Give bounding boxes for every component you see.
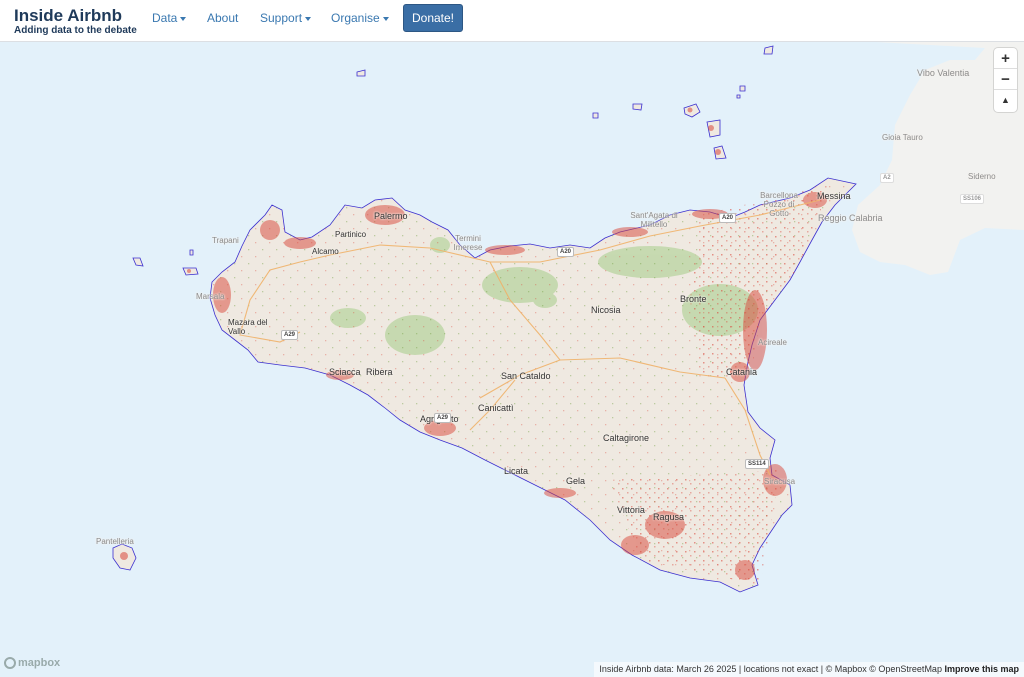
place-label: Bronte (680, 294, 707, 304)
road-shield: A29 (434, 413, 452, 423)
place-label: Acireale (758, 338, 787, 347)
place-label: Canicattì (478, 403, 514, 413)
nav-support-label[interactable]: Support (260, 11, 302, 25)
map-zoom-controls: + − ▲ (994, 48, 1017, 112)
place-label: Nicosia (591, 305, 621, 315)
brand[interactable]: Inside Airbnb Adding data to the debate (14, 6, 137, 37)
place-label: Messina (817, 191, 851, 201)
place-label: Siderno (968, 172, 996, 181)
place-label: Pantelleria (96, 537, 134, 546)
mapbox-logo[interactable]: mapbox (4, 657, 60, 669)
caret-down-icon (180, 16, 187, 21)
road-shield: A2 (880, 173, 894, 183)
place-label: Barcellona Pozzo di Gotto (760, 191, 798, 218)
place-label: Siracusa (764, 477, 796, 486)
place-label: Palermo (374, 211, 408, 221)
brand-title[interactable]: Inside Airbnb (14, 6, 137, 25)
place-label: Vibo Valentia (917, 68, 970, 78)
improve-map-link[interactable]: Improve this map (944, 664, 1019, 674)
place-label: Licata (504, 466, 529, 476)
road-shield: A29 (281, 330, 299, 340)
place-label: Gela (566, 476, 586, 486)
nav-about-link[interactable]: About (207, 11, 238, 25)
mapbox-logo-text: mapbox (18, 657, 61, 669)
listing-density-southeast (610, 470, 780, 585)
road-shield: SS114 (745, 459, 769, 469)
place-label: Sant'Agata di Militello (630, 211, 678, 229)
nav-data-dropdown[interactable]: Data (152, 11, 187, 25)
map-canvas[interactable]: Messina Reggio Calabria Vibo Valentia Gi… (0, 41, 1024, 677)
place-label: Termini Imerese (453, 234, 483, 252)
nav-support-dropdown[interactable]: Support (260, 11, 312, 25)
road-shield: A20 (557, 247, 575, 257)
place-label: Mazara del Vallo (228, 318, 268, 336)
place-label: San Cataldo (501, 371, 551, 381)
attribution-text[interactable]: Inside Airbnb data: March 26 2025 | loca… (599, 664, 942, 674)
place-label: Caltagirone (603, 433, 650, 443)
road-shield: SS106 (960, 194, 985, 204)
brand-subtitle: Adding data to the debate (14, 25, 137, 36)
place-label: Vittoria (617, 505, 645, 515)
zoom-out-button[interactable]: − (994, 69, 1017, 90)
road-shield: A20 (719, 213, 737, 223)
place-label: Partinico (335, 230, 367, 239)
caret-down-icon (305, 16, 312, 21)
donate-button[interactable]: Donate! (403, 4, 463, 32)
place-label: Gioia Tauro (882, 133, 923, 142)
map-attribution: Inside Airbnb data: March 26 2025 | loca… (594, 662, 1024, 677)
caret-down-icon (382, 16, 389, 21)
nav-organise-label[interactable]: Organise (331, 11, 380, 25)
place-label: Sciacca (329, 367, 361, 377)
navbar: Inside Airbnb Adding data to the debate … (0, 0, 1024, 42)
map-svg[interactable] (0, 41, 1024, 677)
nav-organise-dropdown[interactable]: Organise (331, 11, 389, 25)
place-label: Catania (726, 367, 758, 377)
compass-icon[interactable]: ▲ (994, 90, 1017, 111)
zoom-in-button[interactable]: + (994, 48, 1017, 69)
place-label: Reggio Calabria (818, 213, 883, 223)
place-label: Marsala (196, 292, 225, 301)
nav-data-label[interactable]: Data (152, 11, 177, 25)
mapbox-icon (4, 657, 16, 669)
place-label: Alcamo (312, 247, 339, 256)
place-label: Ribera (366, 367, 393, 377)
place-label: Trapani (212, 236, 239, 245)
nav-about-label[interactable]: About (207, 11, 238, 25)
place-label: Ragusa (653, 512, 685, 522)
